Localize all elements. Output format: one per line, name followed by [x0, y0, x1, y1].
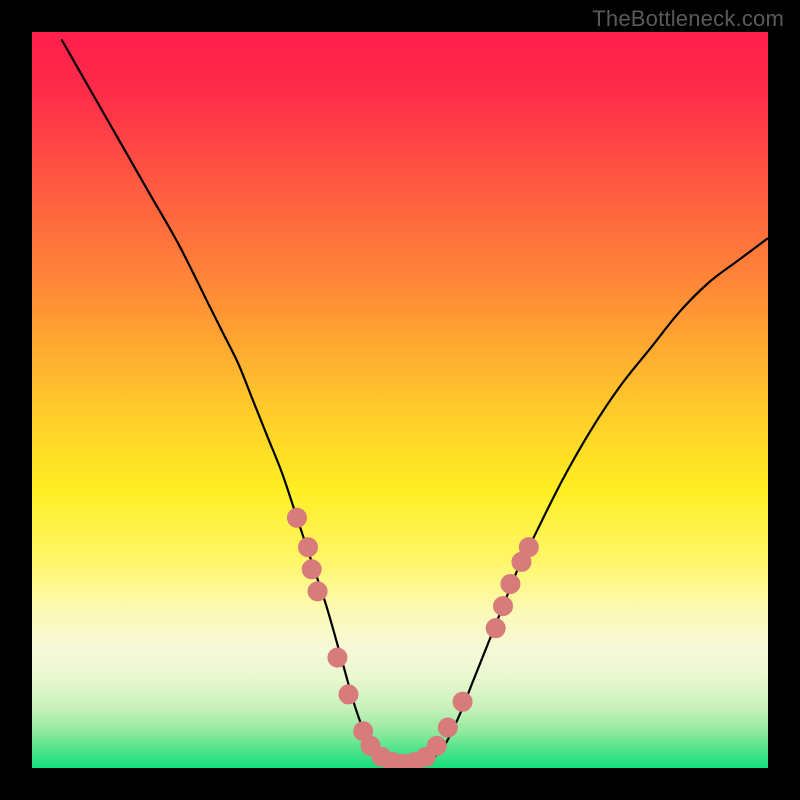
- bottleneck-curve: [61, 39, 768, 764]
- data-marker: [302, 560, 321, 579]
- data-marker: [453, 692, 472, 711]
- data-marker: [501, 575, 520, 594]
- data-marker: [486, 619, 505, 638]
- data-marker: [519, 538, 538, 557]
- data-marker: [328, 648, 347, 667]
- data-marker: [339, 685, 358, 704]
- plot-area: [32, 32, 768, 768]
- chart-svg: [32, 32, 768, 768]
- data-marker: [299, 538, 318, 557]
- data-marker: [427, 736, 446, 755]
- data-markers: [287, 508, 538, 768]
- watermark-text: TheBottleneck.com: [592, 6, 784, 32]
- data-marker: [287, 508, 306, 527]
- data-marker: [308, 582, 327, 601]
- chart-frame: TheBottleneck.com: [0, 0, 800, 800]
- data-marker: [494, 597, 513, 616]
- data-marker: [438, 718, 457, 737]
